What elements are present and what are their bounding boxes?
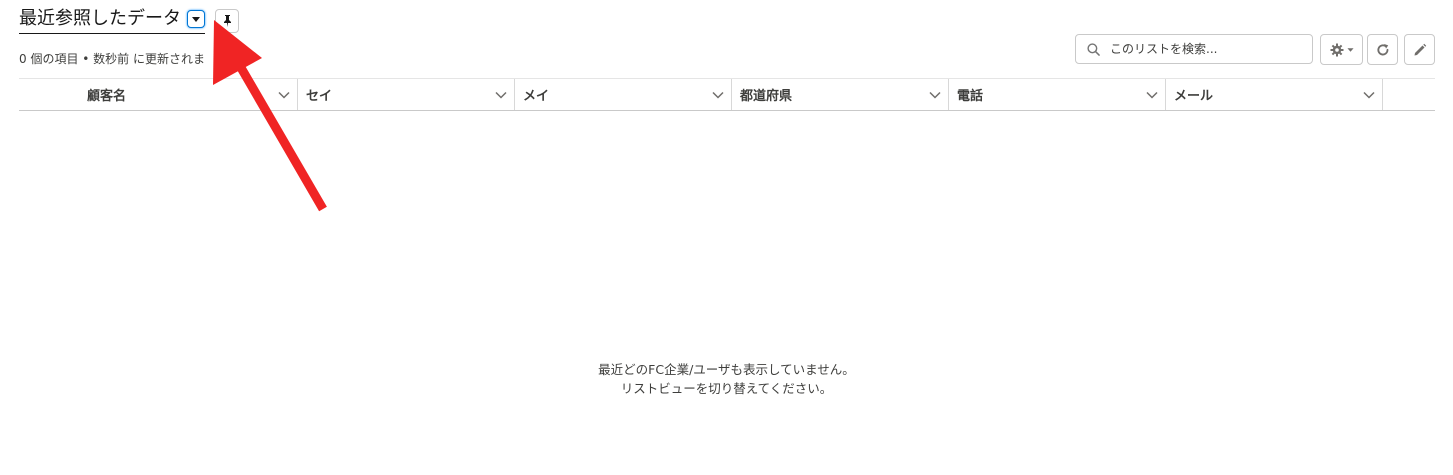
column-header-sei[interactable]: セイ — [298, 79, 515, 110]
column-header-label: メイ — [523, 89, 550, 104]
chevron-down-icon[interactable] — [1362, 88, 1376, 102]
column-header-phone[interactable]: 電話 — [949, 79, 1166, 110]
column-header-prefecture[interactable]: 都道府県 — [732, 79, 949, 110]
chevron-down-icon[interactable] — [711, 88, 725, 102]
column-header-label: セイ — [306, 89, 333, 104]
list-view-page: 最近参照したデータ 0 個の項目 • 数秒前 に更新されま このリストを検索..… — [0, 0, 1453, 475]
column-header-label: 電話 — [957, 89, 984, 104]
empty-state-line: 最近どのFC企業/ユーザも表示していません。 — [598, 362, 855, 377]
chevron-down-icon[interactable] — [494, 88, 508, 102]
column-header-email[interactable]: メール — [1166, 79, 1383, 110]
list-status-text: 0 個の項目 • 数秒前 に更新されま — [19, 52, 205, 66]
search-icon — [1087, 42, 1100, 56]
list-view-title-text: 最近参照したデータ — [19, 8, 181, 29]
pin-icon — [223, 15, 231, 27]
list-header: 最近参照したデータ — [19, 8, 239, 34]
chevron-down-icon[interactable] — [277, 88, 291, 102]
column-header-label: 顧客名 — [87, 89, 127, 104]
chevron-down-icon[interactable] — [1145, 88, 1159, 102]
column-header-customer-name[interactable]: 顧客名 — [19, 79, 298, 110]
empty-state-line: リストビューを切り替えてください。 — [620, 381, 833, 396]
table-header-row: 顧客名 セイ メイ 都道府県 電話 メール — [19, 78, 1435, 111]
chevron-down-icon[interactable] — [928, 88, 942, 102]
refresh-icon — [1376, 43, 1388, 55]
list-settings-button[interactable] — [1320, 34, 1363, 65]
empty-state-message: 最近どのFC企業/ユーザも表示していません。 リストビューを切り替えてください。 — [0, 360, 1453, 398]
pin-list-view-button[interactable] — [215, 9, 239, 33]
column-header-label: 都道府県 — [740, 89, 793, 104]
list-view-dropdown-button[interactable] — [187, 10, 205, 28]
inline-edit-button[interactable] — [1404, 34, 1435, 65]
gear-icon — [1330, 43, 1343, 56]
caret-down-icon — [192, 17, 200, 22]
list-view-title[interactable]: 最近参照したデータ — [19, 8, 205, 34]
column-header-mei[interactable]: メイ — [515, 79, 732, 110]
chevron-down-icon — [1346, 48, 1354, 52]
column-header-label: メール — [1174, 89, 1214, 104]
search-input[interactable] — [1108, 41, 1302, 57]
list-search-box[interactable] — [1075, 34, 1313, 64]
refresh-button[interactable] — [1367, 34, 1398, 65]
column-header-actions — [1383, 79, 1435, 110]
annotation-arrow — [213, 20, 327, 212]
pencil-icon — [1414, 43, 1426, 55]
